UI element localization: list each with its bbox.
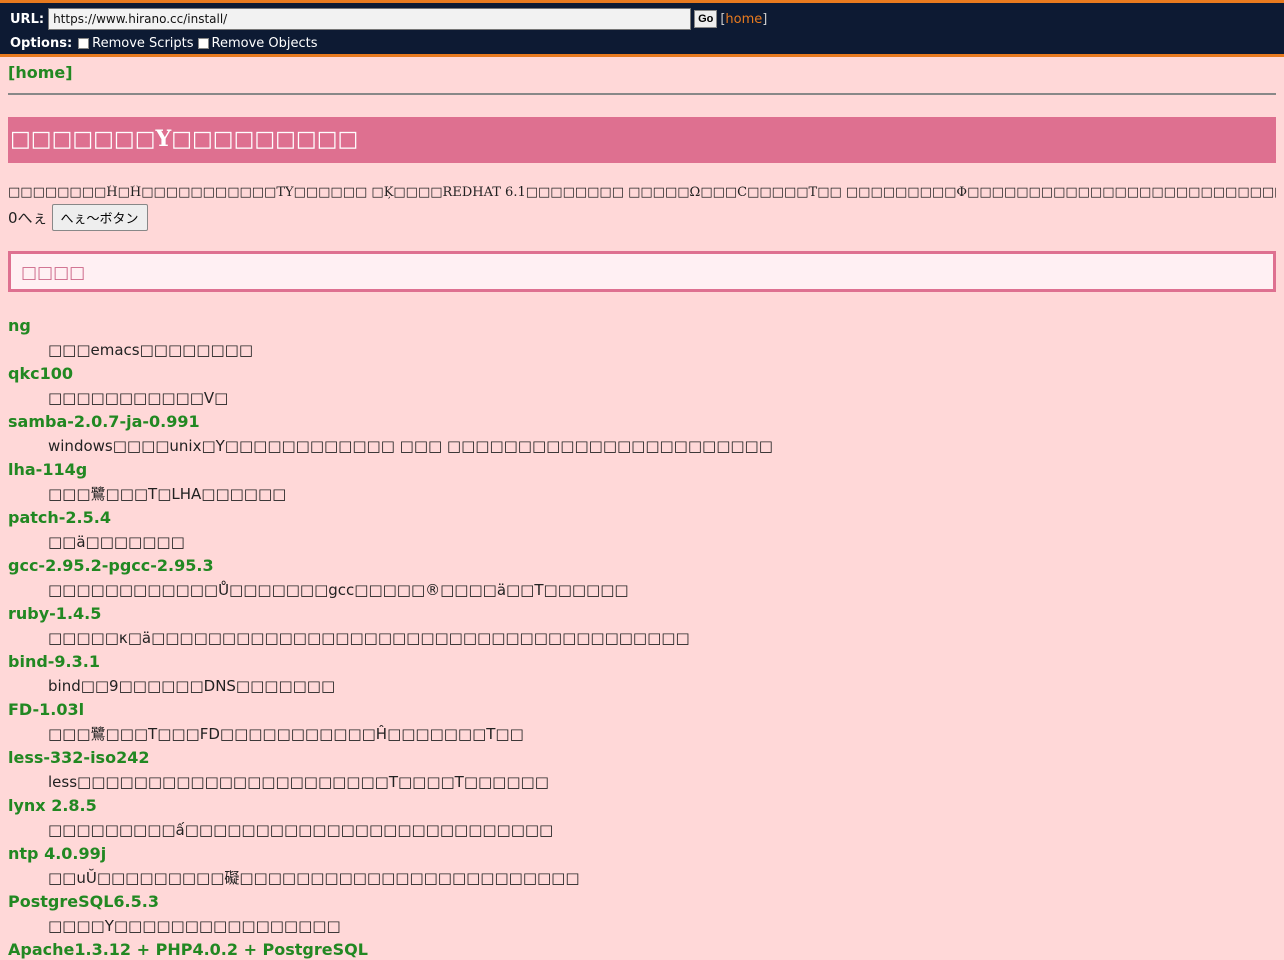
list-item: gcc-2.95.2-pgcc-2.95.3 □□□□□□□□□□□□Ů□□□□□… <box>8 554 1276 602</box>
home-link-top-label: home <box>725 11 763 27</box>
list-item: lynx 2.8.5 □□□□□□□□□ấ□□□□□□□□□□□□□□□□□□□□… <box>8 794 1276 842</box>
item-name[interactable]: FD-1.03l <box>8 698 1276 722</box>
hee-button[interactable]: へぇ〜ボタン <box>51 204 148 231</box>
url-row: URL: Go [home] <box>10 7 1274 31</box>
page-content: [home] □□□□□□□Y□□□□□□□□□ □□□□□□□□Ĥ□Ĥ□□□□… <box>0 57 1284 960</box>
remove-objects-label: Remove Objects <box>211 35 318 51</box>
list-item: patch-2.5.4 □□ä□□□□□□□ <box>8 506 1276 554</box>
list-item: lha-114g □□□鷺□□□T□LHA□□□□□□ <box>8 458 1276 506</box>
remove-scripts-checkbox[interactable] <box>78 37 90 49</box>
item-desc: less□□□□□□□□□□□□□□□□□□□□□□T□□□□T□□□□□□ <box>48 773 549 791</box>
item-name[interactable]: ruby-1.4.5 <box>8 602 1276 626</box>
item-name[interactable]: less-332-iso242 <box>8 746 1276 770</box>
list-item: ng □□□emacs□□□□□□□□ <box>8 314 1276 362</box>
item-desc: □□ä□□□□□□□ <box>48 533 185 551</box>
section-heading: □□□□ <box>8 251 1276 292</box>
remove-scripts-label: Remove Scripts <box>92 35 194 51</box>
item-name[interactable]: ntp 4.0.99j <box>8 842 1276 866</box>
item-name[interactable]: samba-2.0.7-ja-0.991 <box>8 410 1276 434</box>
item-desc: □□□□Y□□□□□□□□□□□□□□□□ <box>48 917 341 935</box>
page-title: □□□□□□□Y□□□□□□□□□ <box>8 117 1276 163</box>
item-name[interactable]: patch-2.5.4 <box>8 506 1276 530</box>
home-link-top[interactable]: [home] <box>720 12 767 27</box>
home-link[interactable]: [home] <box>8 63 1276 89</box>
list-item: samba-2.0.7-ja-0.991 windows□□□□unix□Y□□□… <box>8 410 1276 458</box>
item-desc: bind□□9□□□□□□DNS□□□□□□□ <box>48 677 336 695</box>
options-row: Options: Remove Scripts Remove Objects <box>10 33 1274 53</box>
item-name[interactable]: gcc-2.95.2-pgcc-2.95.3 <box>8 554 1276 578</box>
remove-objects-checkbox[interactable] <box>197 37 209 49</box>
item-desc: □□□□□□□□□□□V□ <box>48 389 229 407</box>
item-desc: □□□鷺□□□T□LHA□□□□□□ <box>48 485 287 503</box>
list-item: Apache1.3.12 + PHP4.0.2 + PostgreSQL <box>8 938 1276 960</box>
package-list: ng □□□emacs□□□□□□□□ qkc100 □□□□□□□□□□□V□ s… <box>8 314 1276 960</box>
item-name[interactable]: PostgreSQL6.5.3 <box>8 890 1276 914</box>
item-name[interactable]: lynx 2.8.5 <box>8 794 1276 818</box>
divider <box>8 93 1276 95</box>
item-desc: □□□□□□□□□ấ□□□□□□□□□□□□□□□□□□□□□□□□□□ <box>48 821 554 839</box>
list-item: ruby-1.4.5 □□□□□κ□ä□□□□□□□□□□□□□□□□□□□□□□… <box>8 602 1276 650</box>
item-desc: □□□□□□□□□□□□Ů□□□□□□□gcc□□□□□®□□□□ä□□T□□□… <box>48 581 629 599</box>
item-name[interactable]: qkc100 <box>8 362 1276 386</box>
proxy-toolbar: URL: Go [home] Options: Remove Scripts R… <box>0 0 1284 57</box>
item-name[interactable]: lha-114g <box>8 458 1276 482</box>
page-description: □□□□□□□□Ĥ□Ĥ□□□□□□□□□□□TY□□□□□□ □Ķ□□□□RED… <box>8 185 1276 200</box>
list-item: FD-1.03l □□□鷺□□□T□□□FD□□□□□□□□□□□Ĥ□□□□□□□… <box>8 698 1276 746</box>
url-input[interactable] <box>48 8 692 30</box>
item-name[interactable]: Apache1.3.12 + PHP4.0.2 + PostgreSQL <box>8 938 1276 960</box>
item-desc: □□□□□κ□ä□□□□□□□□□□□□□□□□□□□□□□□□□□□□□□□□… <box>48 629 690 647</box>
item-desc: □□uŬ□□□□□□□□□礙□□□□□□□□□□□□□□□□□□□□□□□□ <box>48 869 580 887</box>
url-label: URL: <box>10 11 45 27</box>
list-item: ntp 4.0.99j □□uŬ□□□□□□□□□礙□□□□□□□□□□□□□□□… <box>8 842 1276 890</box>
options-label: Options: <box>10 35 73 51</box>
item-name[interactable]: ng <box>8 314 1276 338</box>
hee-count: 0へぇ <box>8 209 48 227</box>
list-item: qkc100 □□□□□□□□□□□V□ <box>8 362 1276 410</box>
item-desc: □□□emacs□□□□□□□□ <box>48 341 253 359</box>
list-item: PostgreSQL6.5.3 □□□□Y□□□□□□□□□□□□□□□□ <box>8 890 1276 938</box>
list-item: less-332-iso242 less□□□□□□□□□□□□□□□□□□□□□… <box>8 746 1276 794</box>
item-desc: windows□□□□unix□Y□□□□□□□□□□□□ □□□ □□□□□□… <box>48 437 773 455</box>
hee-row: 0へぇ へぇ〜ボタン <box>8 204 1276 231</box>
list-item: bind-9.3.1 bind□□9□□□□□□DNS□□□□□□□ <box>8 650 1276 698</box>
item-desc: □□□鷺□□□T□□□FD□□□□□□□□□□□Ĥ□□□□□□□T□□ <box>48 725 524 743</box>
item-name[interactable]: bind-9.3.1 <box>8 650 1276 674</box>
go-button[interactable]: Go <box>694 10 718 28</box>
